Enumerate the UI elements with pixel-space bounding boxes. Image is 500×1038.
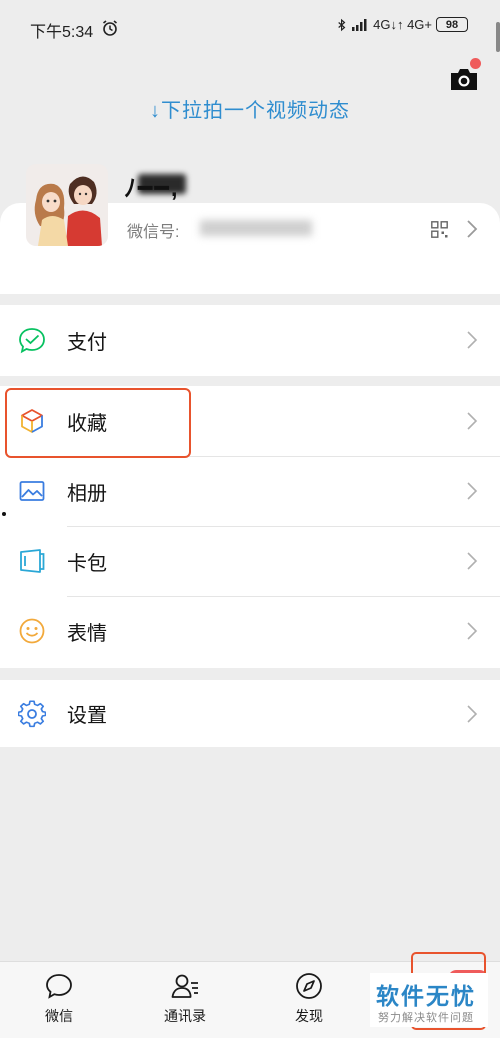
contacts-icon [171, 974, 198, 998]
camera-icon[interactable] [449, 66, 479, 92]
smiley-icon [19, 618, 45, 644]
battery-indicator: 98 [436, 17, 468, 32]
menu-label-cards: 卡包 [67, 552, 107, 575]
menu-label-settings: 设置 [67, 705, 107, 727]
nickname: ﾉ━━, [124, 175, 180, 202]
menu-label-pay: 支付 [67, 331, 107, 354]
menu-group-settings: 设置 [0, 680, 500, 747]
tab-label-contacts: 通讯录 [164, 1008, 206, 1024]
menu-item-stickers[interactable]: 表情 [0, 596, 500, 666]
watermark: 软件无忧 努力解决软件问题 [370, 973, 488, 1027]
menu-group-pay: 支付 [0, 305, 500, 376]
status-time: 下午5:34 [30, 24, 94, 41]
pay-icon [19, 328, 45, 354]
wechat-id: 微信号: [127, 218, 179, 242]
stray-dot [2, 512, 6, 516]
chevron-right-icon [467, 331, 478, 349]
chevron-right-icon [467, 412, 478, 430]
status-bar: 下午5:34 4G↓↑ 4G+ 98 [0, 0, 500, 56]
tab-label-chats: 微信 [45, 1008, 73, 1024]
menu-item-cards[interactable]: 卡包 [0, 526, 500, 596]
wechat-id-label: 微信号: [127, 224, 180, 241]
avatar-illustration [26, 164, 108, 246]
tab-discover[interactable]: 发现 [264, 962, 354, 1038]
qr-code-icon[interactable] [431, 221, 448, 238]
camera-notification-dot [470, 58, 481, 69]
menu-label-stickers: 表情 [67, 622, 107, 645]
menu-item-album[interactable]: 相册 [0, 456, 500, 526]
tab-chats[interactable]: 微信 [14, 962, 104, 1038]
chevron-right-icon [467, 482, 478, 500]
tab-contacts[interactable]: 通讯录 [140, 962, 230, 1038]
pull-down-hint: ↓下拉拍一个视频动态 [150, 100, 350, 122]
chevron-right-icon [467, 622, 478, 640]
alarm-icon [103, 20, 117, 36]
network-type: 4G↓↑ 4G+ [373, 17, 432, 32]
menu-label-album: 相册 [67, 482, 107, 505]
chevron-right-icon[interactable] [466, 219, 478, 239]
bluetooth-icon [338, 18, 346, 31]
avatar[interactable] [26, 164, 108, 246]
watermark-title: 软件无忧 [376, 983, 476, 1009]
menu-item-settings[interactable]: 设置 [0, 680, 500, 747]
chevron-right-icon [467, 552, 478, 570]
scroll-indicator [496, 22, 500, 52]
signal-icon [352, 18, 367, 31]
status-indicators: 4G↓↑ 4G+ 98 [337, 17, 468, 32]
tab-label-discover: 发现 [295, 1008, 323, 1024]
gear-icon [18, 699, 46, 727]
favorites-highlight-box [5, 388, 191, 458]
watermark-subtitle: 努力解决软件问题 [378, 1012, 474, 1024]
wechat-id-redaction [200, 220, 312, 236]
chevron-right-icon [467, 704, 478, 723]
menu-item-pay[interactable]: 支付 [0, 305, 500, 375]
wallet-icon [20, 549, 45, 573]
compass-icon [296, 973, 322, 999]
chat-bubble-icon [46, 974, 72, 999]
album-icon [19, 481, 45, 501]
